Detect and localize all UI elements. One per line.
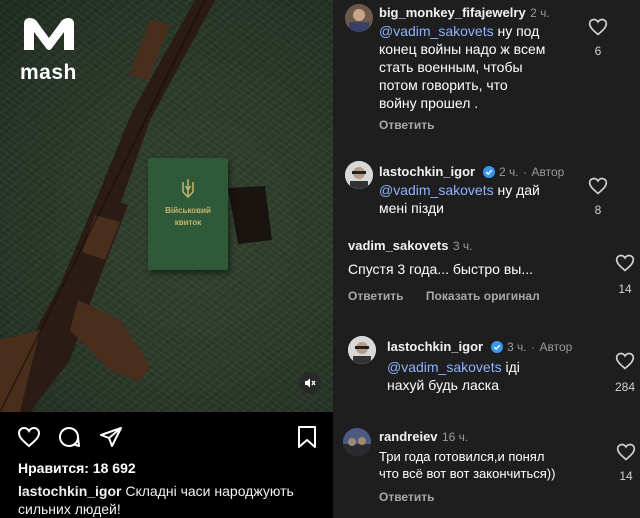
comment-item: vadim_sakovets 3 ч. Спустя 3 года... быс… [333,232,640,307]
mute-button[interactable] [299,372,321,394]
comment-like-count: 8 [594,203,602,217]
comment-like-count: 14 [619,469,633,483]
comment-button[interactable] [56,424,82,450]
avatar-image [343,428,371,456]
reply-button[interactable]: Ответить [379,490,434,504]
heart-icon [17,426,41,448]
author-label: Автор [531,165,565,179]
post-caption: lastochkin_igor Складні часи народжують … [18,482,323,518]
bookmark-icon [298,426,316,448]
comment-time: 2 ч. [530,6,550,20]
comment-line: @vadim_sakovets ну дай [379,181,589,199]
comment-text: @vadim_sakovets ну под конец войны надо … [379,22,589,112]
comment-line: что всё вот вот закончиться)) [379,466,556,481]
comment-item: lastochkin_igor 3 ч. · Автор @vadim_sako… [333,330,640,410]
comment-bubble-icon [59,427,80,447]
comment-text: @vadim_sakovets ну дай мені пізди [379,181,589,217]
avatar-image [348,336,376,364]
mash-logo: mash [20,14,82,85]
comment-item: lastochkin_igor 2 ч. · Автор @vadim_sako… [333,155,640,225]
post-photo[interactable]: Військовий квиток mash [0,0,333,412]
comment-like-count: 6 [594,44,602,58]
send-icon [100,427,122,447]
reply-button[interactable]: Ответить [348,289,403,303]
comment-separator: · [531,340,536,354]
comment-like-count: 284 [614,380,636,394]
military-id-booklet: Військовий квиток [148,158,228,270]
comment-line: Спустя 3 года... быстро вы... [348,261,534,277]
show-original-button[interactable]: Показать оригинал [426,289,540,303]
avatar-image [345,161,373,189]
comment-line-rest: ну под [493,23,540,39]
save-button[interactable] [294,424,320,450]
comment-line: войну прошел . [379,95,479,111]
caption-username[interactable]: lastochkin_igor [18,483,121,499]
comment-line: конец войны надо ж всем [379,41,546,57]
share-button[interactable] [98,424,124,450]
comment-line: мені пізди [379,200,444,216]
comment-separator: · [523,165,528,179]
avatar[interactable] [345,161,373,189]
comment-time: 3 ч. [452,239,473,253]
avatar[interactable] [348,336,376,364]
verified-badge-icon [490,341,503,353]
comment-line-rest: ну дай [493,182,540,198]
verified-badge-icon [482,166,495,178]
mention-link[interactable]: @vadim_sakovets [387,359,502,375]
comment-text: @vadim_sakovets іді нахуй будь ласка [387,358,597,394]
trident-icon [182,179,194,198]
avatar[interactable] [345,4,373,32]
like-button[interactable] [16,424,42,450]
comment-heart-icon[interactable] [615,351,635,371]
mash-m-icon [24,18,74,50]
comment-heart-icon[interactable] [616,442,636,462]
reply-button[interactable]: Ответить [379,118,434,132]
comment-like-count: 14 [618,282,632,296]
comment-line: @vadim_sakovets іді [387,358,597,376]
booklet-title-line2: квиток [174,218,202,227]
speaker-muted-icon [305,378,316,388]
post-actions [16,424,321,450]
comment-time: 16 ч. [442,430,469,444]
comment-line: нахуй будь ласка [387,377,499,393]
avatar[interactable] [343,428,371,456]
avatar-image [349,9,369,32]
comment-line-rest: іді [501,359,520,375]
booklet-title-line1: Військовий [165,206,211,215]
comment-username[interactable]: big_monkey_fifajewelry [379,5,526,20]
comment-line: Три года готовился,и понял [379,449,545,464]
brand-label: mash [20,61,77,84]
mention-link[interactable]: @vadim_sakovets [379,23,494,39]
comment-time: 3 ч. [506,340,527,354]
comments-panel: big_monkey_fifajewelry 2 ч. @vadim_sakov… [333,0,640,518]
mention-link[interactable]: @vadim_sakovets [379,182,494,198]
comment-line: стать военным, чтобы [379,59,523,75]
comment-line: потом говорить, что [379,77,508,93]
comment-text: Три года готовился,и понял что всё вот в… [379,448,609,482]
comment-username[interactable]: randreiev [379,429,438,444]
comment-heart-icon[interactable] [615,253,635,273]
comment-line: @vadim_sakovets ну под [379,22,589,40]
comment-username[interactable]: lastochkin_igor [379,164,475,179]
comment-heart-icon[interactable] [588,17,608,37]
comment-text: Спустя 3 года... быстро вы... [348,260,608,278]
comment-item: randreiev 16 ч. Три года готовился,и пон… [333,422,640,518]
comment-heart-icon[interactable] [588,176,608,196]
comment-item: big_monkey_fifajewelry 2 ч. @vadim_sakov… [333,0,640,150]
likes-count[interactable]: Нравится: 18 692 [18,460,136,476]
comment-username[interactable]: lastochkin_igor [387,339,483,354]
comment-username[interactable]: vadim_sakovets [348,238,448,253]
author-label: Автор [539,340,573,354]
comment-time: 2 ч. [498,165,519,179]
post-panel: Військовий квиток mash Нравится: 18 692 … [0,0,333,518]
